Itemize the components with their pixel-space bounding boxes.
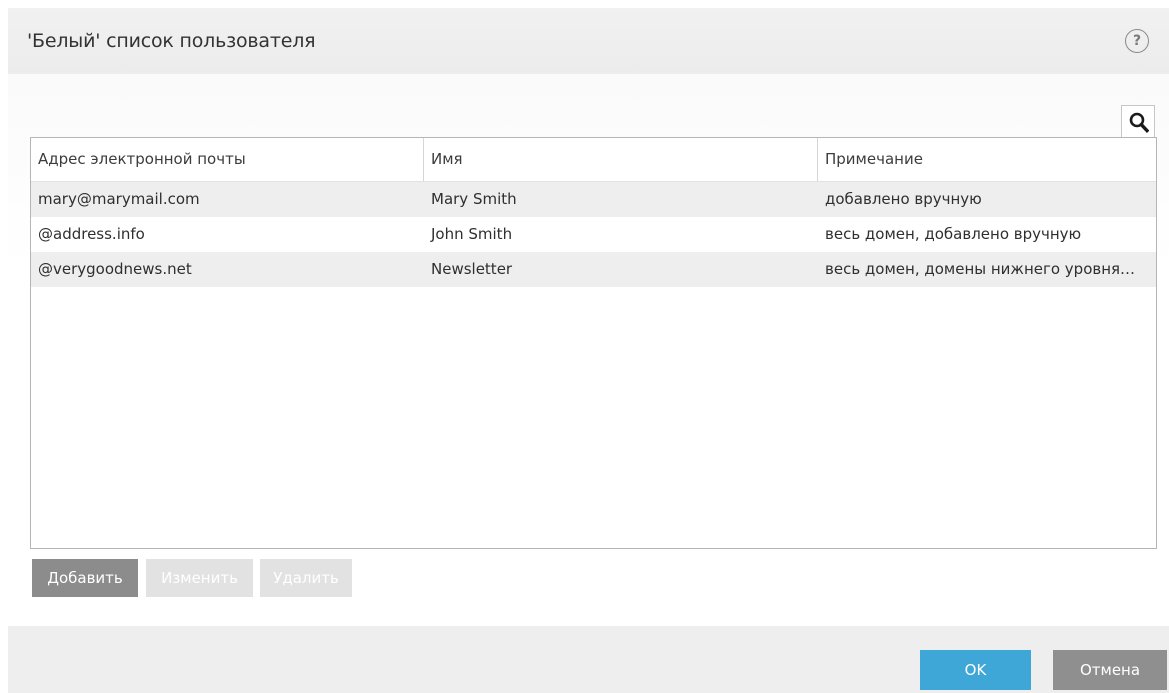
cell-note: весь домен, добавлено вручную: [825, 225, 1082, 243]
ok-button[interactable]: OK: [920, 650, 1031, 690]
cell-email: @verygoodnews.net: [38, 260, 192, 278]
whitelist-table: Адрес электронной почты Имя Примечание m…: [30, 137, 1157, 549]
cancel-button[interactable]: Отмена: [1053, 650, 1167, 690]
dialog-header: 'Белый' список пользователя ?: [8, 8, 1169, 74]
whitelist-dialog: 'Белый' список пользователя ? Адрес элек…: [8, 8, 1169, 693]
cell-email: mary@marymail.com: [38, 190, 200, 208]
add-button[interactable]: Добавить: [32, 559, 138, 597]
edit-button[interactable]: Изменить: [146, 559, 253, 597]
column-header-name[interactable]: Имя: [424, 138, 818, 181]
table-row[interactable]: @verygoodnews.net Newsletter весь домен,…: [31, 252, 1156, 287]
help-icon[interactable]: ?: [1125, 29, 1149, 53]
cell-note: добавлено вручную: [825, 190, 982, 208]
cell-name: Mary Smith: [431, 190, 517, 208]
cell-name: John Smith: [431, 225, 513, 243]
delete-button[interactable]: Удалить: [260, 559, 352, 597]
cell-note: весь домен, домены нижнего уровня…: [825, 260, 1136, 278]
table-header: Адрес электронной почты Имя Примечание: [31, 138, 1156, 182]
table-row[interactable]: @address.info John Smith весь домен, доб…: [31, 217, 1156, 252]
cell-name: Newsletter: [431, 260, 513, 278]
column-header-email[interactable]: Адрес электронной почты: [31, 138, 424, 181]
column-header-note[interactable]: Примечание: [818, 138, 1156, 181]
search-button[interactable]: [1121, 105, 1155, 138]
table-row[interactable]: mary@marymail.com Mary Smith добавлено в…: [31, 182, 1156, 217]
search-icon: [1129, 112, 1149, 133]
dialog-title: 'Белый' список пользователя: [27, 30, 316, 52]
cell-email: @address.info: [38, 225, 145, 243]
